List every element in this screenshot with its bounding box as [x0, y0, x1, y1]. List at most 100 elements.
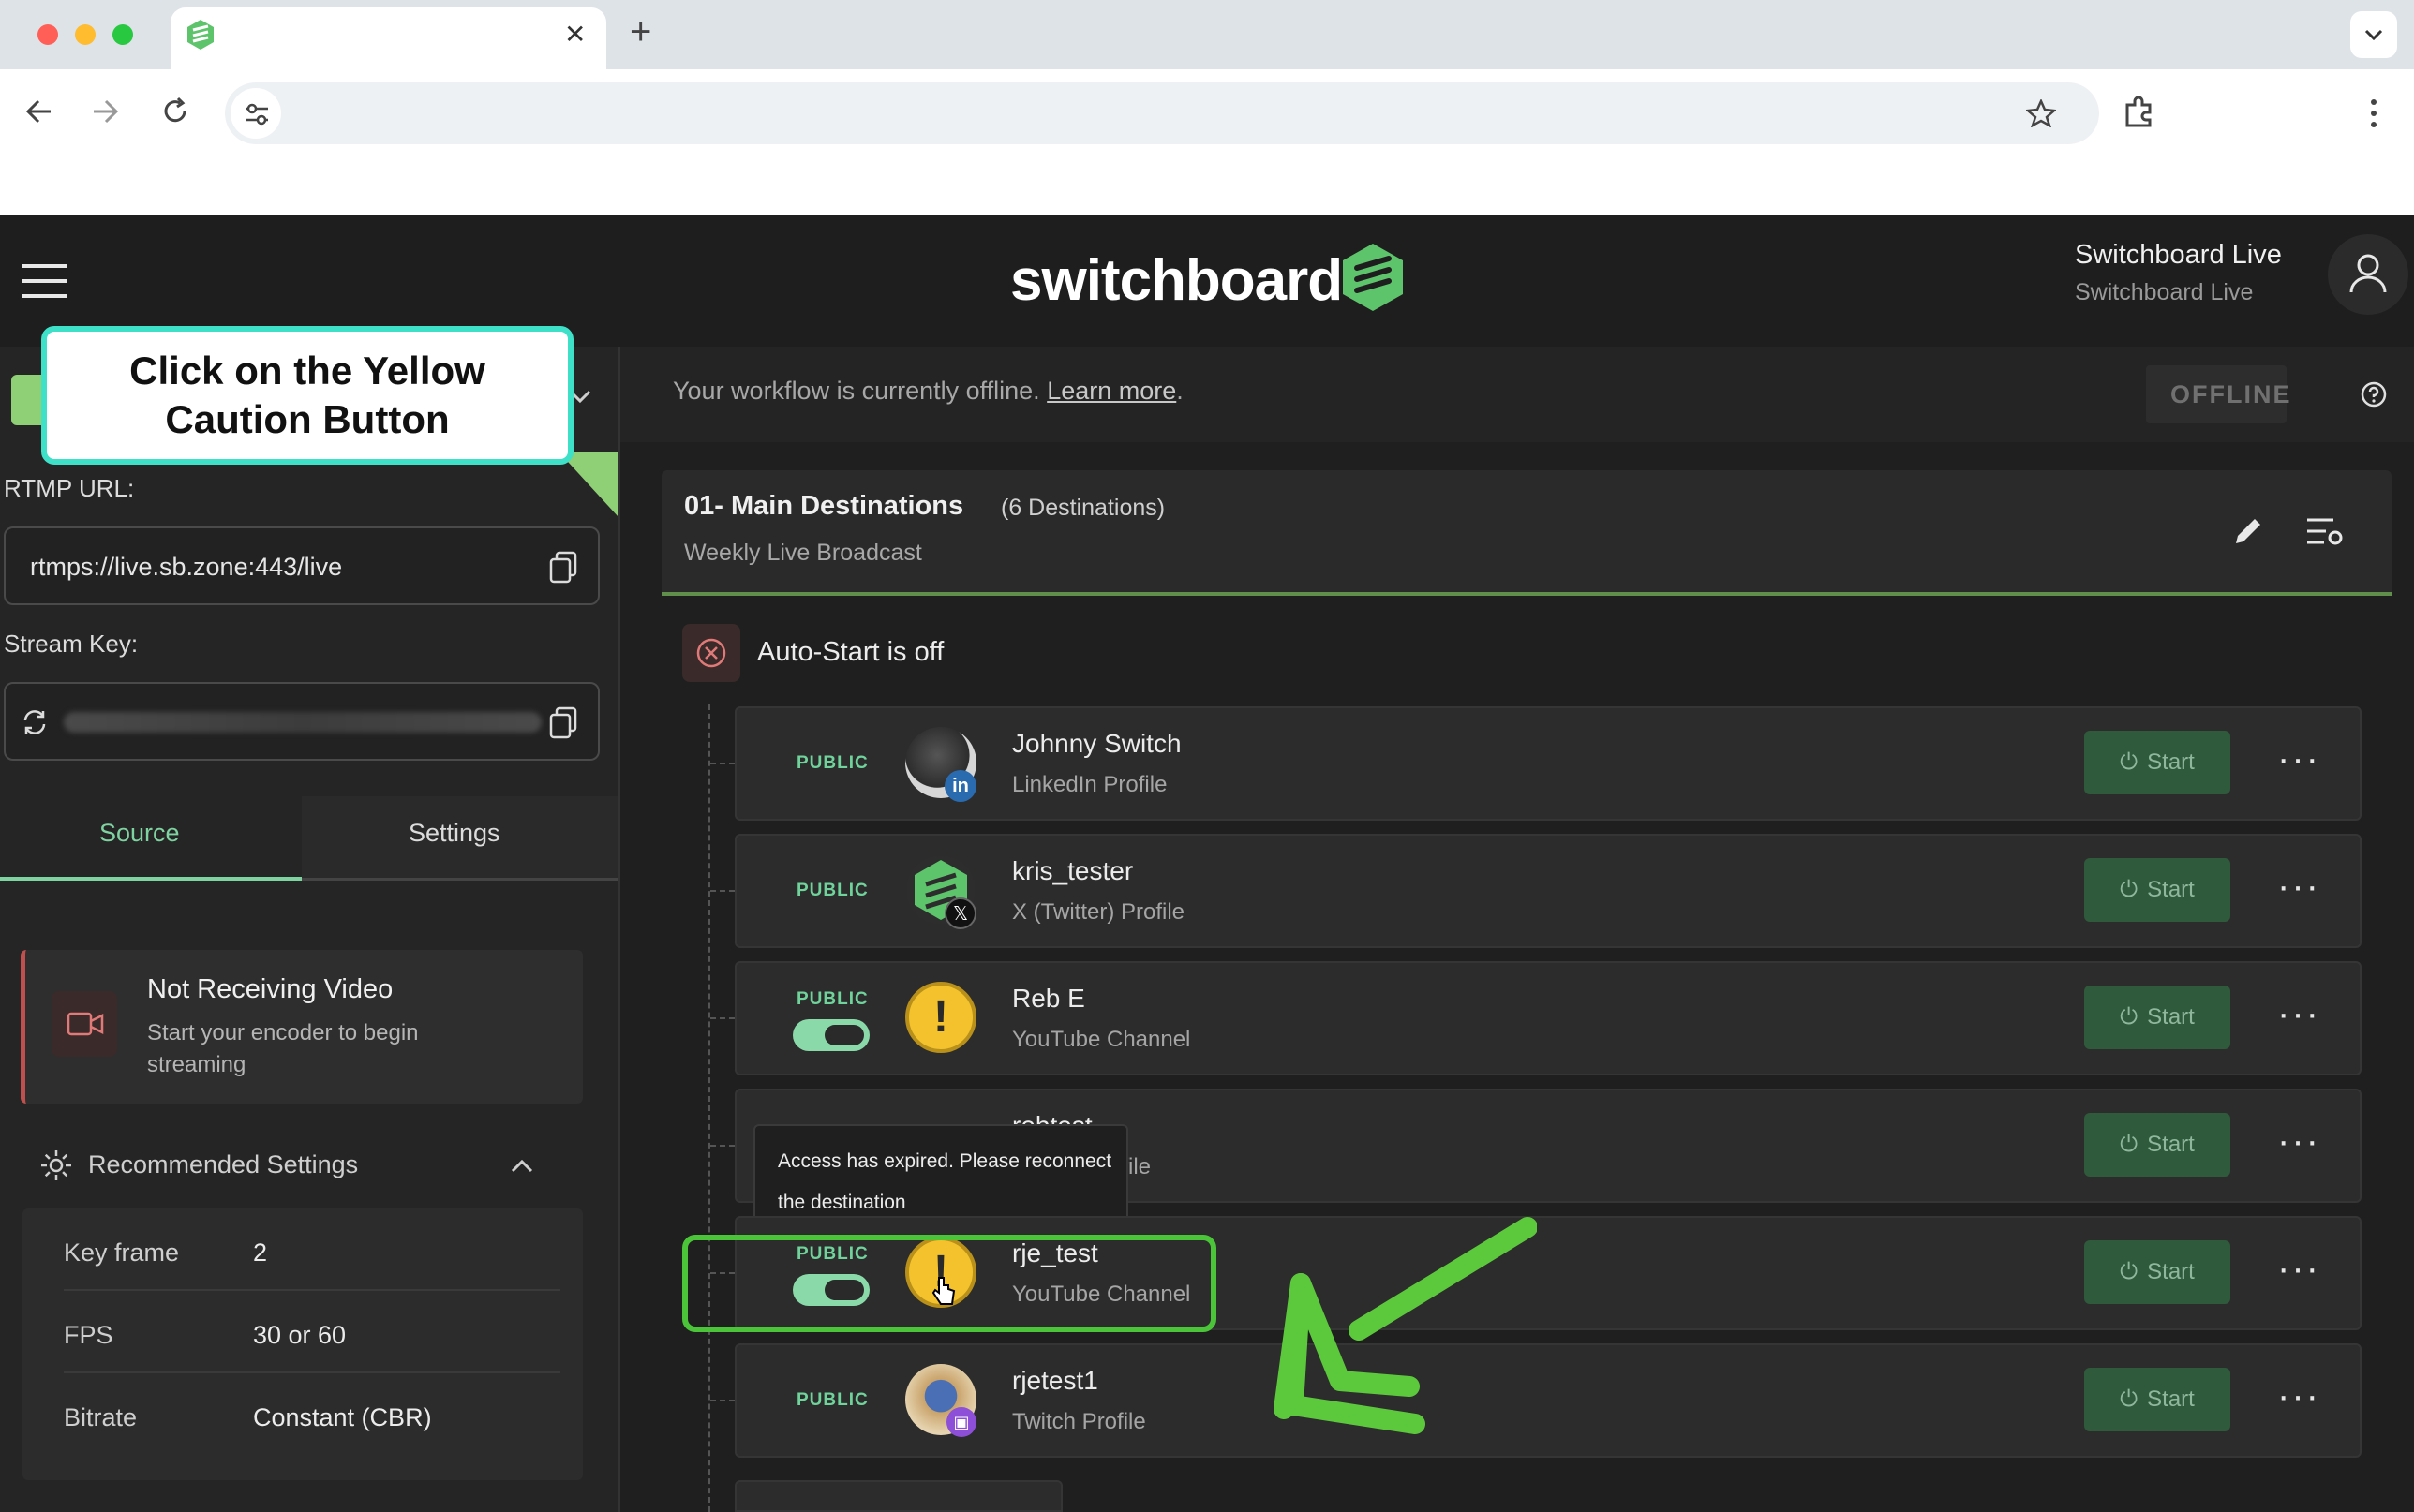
more-options-icon[interactable]: ··· — [2277, 1122, 2320, 1160]
autostart-label: Auto-Start is off — [757, 637, 945, 667]
star-icon[interactable] — [2026, 99, 2056, 127]
offline-period: . — [1176, 377, 1184, 405]
pencil-edit-icon[interactable] — [2232, 515, 2264, 547]
group-count: (6 Destinations) — [1001, 495, 1166, 521]
highlight-box — [682, 1235, 1216, 1332]
rtmp-url-field[interactable]: rtmps://live.sb.zone:443/live — [4, 526, 600, 605]
start-button-label: Start — [2147, 877, 2195, 902]
offline-message: Your workflow is currently offline. Lear… — [673, 377, 1184, 406]
visibility-badge: PUBLIC — [797, 1390, 869, 1410]
start-button[interactable]: ⏻ Start — [2084, 1240, 2230, 1304]
destination-name: kris_tester — [1012, 856, 1134, 885]
start-button-label: Start — [2147, 1259, 2195, 1284]
instruction-callout-text: Click on the Yellow Caution Button — [129, 348, 485, 441]
switchboard-favicon-icon — [187, 20, 214, 50]
visibility-badge: PUBLIC — [797, 881, 869, 900]
reload-icon[interactable] — [159, 96, 191, 127]
learn-more-link[interactable]: Learn more — [1047, 377, 1176, 405]
start-button[interactable]: ⏻ Start — [2084, 858, 2230, 922]
tree-branch — [710, 1400, 735, 1401]
start-button[interactable]: ⏻ Start — [2084, 986, 2230, 1049]
tab-settings-label: Settings — [409, 819, 500, 847]
chevron-down-icon — [2364, 29, 2383, 41]
tree-branch — [710, 1017, 735, 1019]
copy-icon[interactable] — [549, 706, 577, 740]
start-button-label: Start — [2147, 1132, 2195, 1157]
brand-logo-text: switchboard — [1010, 248, 1343, 313]
tune-icon — [246, 103, 268, 126]
video-camera-icon — [67, 1012, 104, 1036]
video-status-description: Start your encoder to begin streaming — [147, 1020, 419, 1077]
tree-connector — [708, 704, 710, 1512]
browser-menu-icon[interactable] — [2369, 97, 2378, 129]
tab-source[interactable]: Source — [0, 796, 302, 881]
user-icon — [2349, 254, 2387, 293]
warning-caution-button[interactable]: ! — [905, 982, 976, 1053]
more-options-icon[interactable]: ··· — [2277, 867, 2320, 905]
settings-value: 30 or 60 — [253, 1321, 347, 1349]
more-options-icon[interactable]: ··· — [2277, 1250, 2320, 1287]
power-icon: ⏻ — [2120, 1386, 2138, 1412]
start-button[interactable]: ⏻ Start — [2084, 1113, 2230, 1177]
extensions-icon[interactable] — [2122, 96, 2155, 129]
destination-name: Reb E — [1012, 984, 1085, 1013]
more-options-icon[interactable]: ··· — [2277, 1377, 2320, 1415]
settings-row: FPS 30 or 60 — [64, 1291, 560, 1373]
recommended-settings-title: Recommended Settings — [88, 1150, 359, 1178]
power-icon: ⏻ — [2120, 749, 2138, 775]
destination-group-header: 01- Main Destinations (6 Destinations) W… — [662, 470, 2392, 596]
tree-branch — [710, 763, 735, 764]
tab-search-button[interactable] — [2350, 11, 2397, 58]
video-status-card: Not Receiving Video Start your encoder t… — [21, 950, 583, 1104]
more-options-icon[interactable]: ··· — [2277, 995, 2320, 1032]
hamburger-menu-icon[interactable] — [21, 262, 69, 300]
copy-icon[interactable] — [549, 551, 577, 585]
page-top-strip — [0, 156, 2414, 215]
video-status-icon-box — [52, 991, 117, 1057]
new-tab-button[interactable]: + — [630, 11, 651, 53]
chevron-up-icon — [511, 1159, 533, 1173]
start-button[interactable]: ⏻ Start — [2084, 731, 2230, 794]
destination-type: Twitch Profile — [1012, 1409, 1146, 1434]
close-circle-icon — [696, 638, 726, 668]
tree-branch — [710, 890, 735, 892]
recommended-settings-table: Key frame 2 FPS 30 or 60 Bitrate Constan… — [22, 1208, 583, 1480]
visibility-badge: PUBLIC — [797, 989, 869, 1009]
help-icon[interactable] — [2360, 380, 2388, 408]
offline-text: Your workflow is currently offline. — [673, 377, 1040, 405]
settings-row: Bitrate Constant (CBR) — [64, 1373, 560, 1456]
start-button[interactable]: ⏻ Start — [2084, 1368, 2230, 1431]
account-subtitle: Switchboard Live — [2075, 279, 2254, 305]
refresh-key-icon[interactable] — [21, 708, 49, 736]
back-arrow-icon[interactable] — [24, 97, 54, 126]
forward-arrow-icon[interactable] — [90, 97, 120, 126]
settings-key: FPS — [64, 1321, 113, 1349]
video-status-title: Not Receiving Video — [147, 974, 394, 1004]
sidebar: RTMP URL: rtmps://live.sb.zone:443/live … — [0, 347, 620, 1512]
list-settings-icon[interactable] — [2305, 515, 2345, 547]
power-icon: ⏻ — [2120, 1004, 2138, 1030]
recommended-settings-header[interactable]: Recommended Settings — [37, 1143, 581, 1190]
twitch-icon: ▣ — [946, 1407, 976, 1437]
rtmp-url-value: rtmps://live.sb.zone:443/live — [30, 553, 343, 581]
annotation-arrow-icon — [1274, 1217, 1537, 1434]
minimize-window-button[interactable] — [75, 24, 96, 45]
site-info-button[interactable] — [231, 88, 281, 139]
close-window-button[interactable] — [37, 24, 58, 45]
browser-tab[interactable]: ✕ — [171, 7, 606, 69]
maximize-window-button[interactable] — [112, 24, 133, 45]
user-avatar-button[interactable] — [2328, 234, 2408, 315]
destination-type: X (Twitter) Profile — [1012, 899, 1185, 925]
visibility-toggle[interactable] — [793, 1019, 870, 1051]
tab-settings[interactable]: Settings — [302, 796, 618, 881]
visibility-badge: PUBLIC — [797, 753, 869, 773]
address-bar[interactable] — [225, 82, 2099, 144]
start-button-label: Start — [2147, 749, 2195, 775]
more-options-icon[interactable]: ··· — [2277, 740, 2320, 778]
stream-key-field[interactable] — [4, 682, 600, 761]
settings-value: 2 — [253, 1238, 268, 1267]
exclamation-icon: ! — [933, 992, 948, 1042]
destination-name: rjetest1 — [1012, 1366, 1098, 1395]
start-button-label: Start — [2147, 1004, 2195, 1030]
close-tab-icon[interactable]: ✕ — [564, 19, 586, 50]
